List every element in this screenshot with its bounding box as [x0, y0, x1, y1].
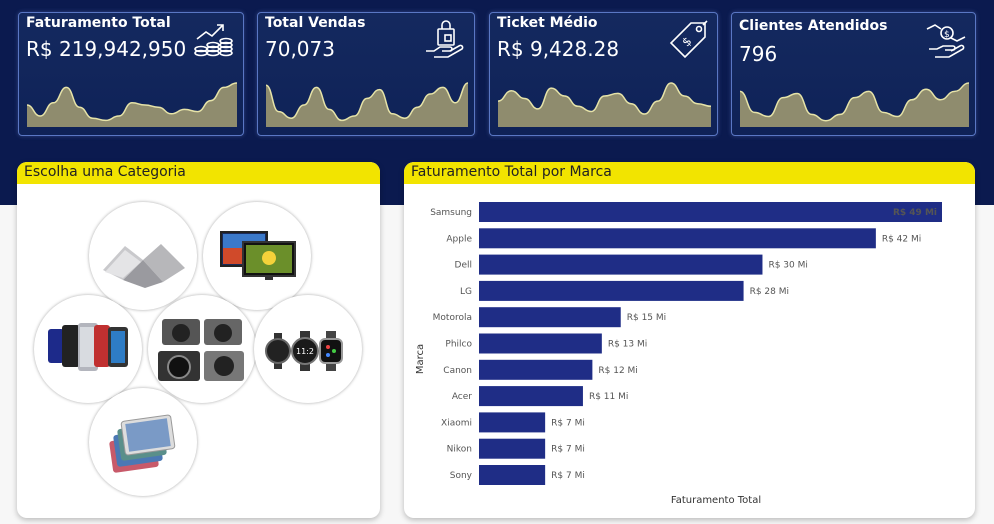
money-growth-icon — [194, 24, 233, 57]
bar — [479, 438, 546, 459]
category-tick-label: Canon — [443, 366, 472, 376]
category-tick-label: Philco — [445, 340, 472, 350]
sparkline-chart — [498, 82, 711, 127]
category-tick-label: Sony — [450, 471, 473, 481]
camera-icon — [158, 319, 244, 381]
data-label: R$ 7 Mi — [551, 418, 585, 428]
y-axis-title: Marca — [415, 344, 426, 374]
category-tick-label: Apple — [446, 234, 472, 244]
category-smartwatches[interactable]: 11:2 — [254, 295, 362, 403]
category-tick-label: Motorola — [433, 313, 472, 323]
kpi-value: R$ 219,942,950 — [26, 37, 187, 61]
kpi-value: R$ 9,428.28 — [497, 37, 620, 61]
kpi-card-faturamento[interactable]: Faturamento Total R$ 219,942,950 — [18, 12, 244, 136]
category-tvs[interactable] — [203, 202, 311, 310]
data-label: R$ 15 Mi — [627, 313, 666, 323]
bar — [479, 307, 621, 328]
category-smartphones[interactable] — [34, 295, 142, 403]
svg-text:$: $ — [944, 30, 950, 40]
bar — [479, 202, 942, 222]
bar — [479, 359, 593, 380]
kpi-value: 70,073 — [265, 37, 335, 61]
kpi-card-total-vendas[interactable]: Total Vendas 70,073 — [257, 12, 475, 136]
sparkline-area — [498, 83, 711, 127]
tv-icon — [220, 231, 296, 280]
category-laptops[interactable] — [89, 202, 197, 310]
tablet-icon — [109, 414, 176, 473]
sparkline-chart — [740, 82, 969, 127]
laptop-icon — [103, 244, 185, 288]
data-label: R$ 11 Mi — [589, 392, 628, 402]
kpi-value: 796 — [739, 42, 778, 66]
bar — [479, 228, 876, 249]
bar — [479, 386, 583, 407]
data-label: R$ 12 Mi — [598, 366, 637, 376]
bar — [479, 254, 763, 275]
data-label: R$ 49 Mi — [893, 208, 937, 218]
kpi-title: Ticket Médio — [497, 15, 598, 31]
sparkline-chart — [27, 82, 237, 127]
smartwatch-icon: 11:2 — [265, 331, 343, 371]
svg-text:11:2: 11:2 — [296, 347, 314, 356]
category-panel-title: Escolha uma Categoria — [17, 162, 380, 184]
kpi-card-ticket-medio[interactable]: Ticket Médio R$ 9,428.28 $ — [489, 12, 718, 136]
category-tick-label: Acer — [452, 392, 472, 402]
kpi-title: Clientes Atendidos — [739, 18, 888, 34]
bar — [479, 465, 546, 485]
category-panel: Escolha uma Categoria 11:2 — [17, 162, 380, 518]
svg-text:$: $ — [679, 34, 694, 49]
kpi-title: Faturamento Total — [26, 15, 171, 31]
category-tick-label: Xiaomi — [441, 418, 472, 428]
category-tablets[interactable] — [89, 388, 197, 496]
brand-revenue-panel: Faturamento Total por Marca Marca Fatura… — [404, 162, 975, 518]
category-tick-label: LG — [460, 287, 472, 297]
x-axis-title: Faturamento Total — [671, 495, 761, 506]
bar — [479, 333, 602, 354]
data-label: R$ 30 Mi — [768, 261, 807, 271]
data-label: R$ 28 Mi — [750, 287, 789, 297]
shopping-bag-hand-icon — [426, 20, 464, 58]
sparkline-chart — [266, 82, 468, 127]
data-label: R$ 7 Mi — [551, 471, 585, 481]
data-label: R$ 42 Mi — [882, 234, 921, 244]
data-label: R$ 7 Mi — [551, 445, 585, 455]
brand-revenue-bar-chart[interactable]: Marca Faturamento Total Samsung R$ 49 Mi A… — [404, 184, 975, 518]
price-tag-icon: $ — [669, 20, 708, 59]
chart-panel-title: Faturamento Total por Marca — [404, 162, 975, 184]
bar — [479, 280, 744, 301]
category-cameras[interactable] — [148, 295, 256, 403]
sparkline-area — [740, 83, 969, 127]
kpi-card-clientes-atendidos[interactable]: Clientes Atendidos 796 $ — [731, 12, 976, 136]
data-label: R$ 13 Mi — [608, 340, 647, 350]
hand-coin-icon: $ — [926, 24, 966, 58]
category-tick-label: Nikon — [447, 445, 472, 455]
category-tick-label: Dell — [455, 261, 472, 271]
kpi-title: Total Vendas — [265, 15, 366, 31]
bar — [479, 412, 546, 433]
category-tick-label: Samsung — [430, 208, 472, 218]
smartphone-icon — [48, 323, 128, 371]
